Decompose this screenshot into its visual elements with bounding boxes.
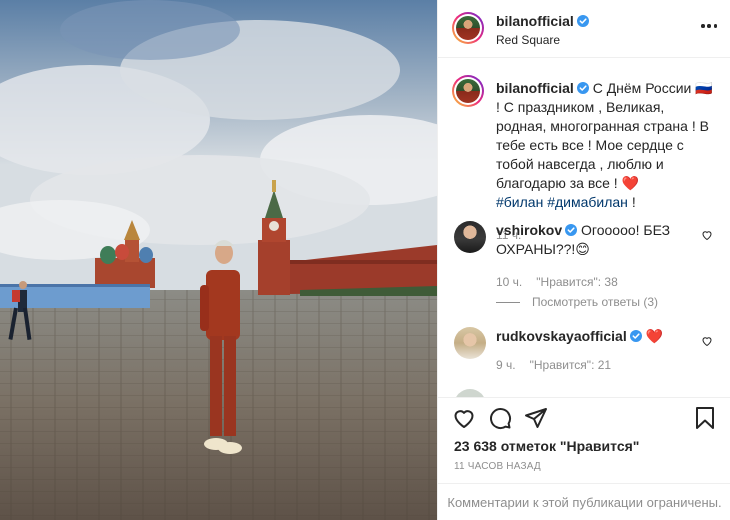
hashtag-dimabilan[interactable]: #димабилан [547,194,628,210]
caption-avatar[interactable] [452,75,484,107]
comment-likes[interactable]: "Нравится": 21 [530,358,612,372]
comment-username[interactable]: rudkovskayaofficial [496,328,627,344]
red-square-photo [0,0,437,520]
comment-body: vshirokov Огооооо! БЕЗ ОХРАНЫ??!😊 10 ч. "… [496,221,692,292]
post-location[interactable]: Red Square [496,33,589,47]
comment-meta: 10 ч. "Нравится": 38 [496,273,692,292]
commenter-avatar[interactable] [454,221,486,253]
post-header: bilanofficial Red Square [438,0,730,58]
author-info: bilanofficial Red Square [496,13,589,47]
more-options-icon[interactable] [701,18,717,34]
caption-username[interactable]: bilanofficial [496,80,574,96]
caption-text-body: ! С праздником , Великая, родная, многог… [496,99,709,191]
hashtag-bilan[interactable]: #билан [496,194,543,210]
comment-time[interactable]: 10 ч. [496,275,522,289]
comment-body: rudkovskayaofficial ❤️ 9 ч. "Нравится": 2… [496,327,692,375]
post-actions: 23 638 отметок "Нравится" 11 часов назад… [438,397,730,520]
comments-restricted-notice: Комментарии к этой публикации ограничены… [438,483,730,520]
replies-divider-line [496,301,520,303]
verified-icon [565,224,578,236]
post-time-ago[interactable]: 11 часов назад [454,461,541,472]
view-replies-label: Посмотреть ответы (3) [532,295,659,309]
author-username[interactable]: bilanofficial [496,13,574,29]
like-comment-heart-icon[interactable] [701,229,713,241]
author-avatar[interactable] [452,12,484,44]
comments-section[interactable]: bilanofficial С Днём России 🇷🇺 ! С празд… [438,59,730,397]
share-icon[interactable] [524,406,548,430]
post-side-panel: bilanofficial Red Square bilanofficial С… [437,0,730,520]
view-replies-button[interactable]: Посмотреть ответы (3) [496,295,658,309]
commenter-avatar[interactable] [454,327,486,359]
comment-username[interactable]: vshirokov [496,222,562,238]
comment-text: ❤️ [645,328,664,344]
russia-flag-emoji: 🇷🇺 [695,80,713,96]
comment-icon[interactable] [488,406,512,430]
comment-time[interactable]: 9 ч. [496,358,516,372]
heart-icon[interactable] [452,406,476,430]
post-photo[interactable] [0,0,437,520]
commenter-avatar[interactable] [454,389,486,397]
comment-meta: 9 ч. "Нравится": 21 [496,356,692,375]
red-heart-emoji: ❤️ [621,175,640,191]
comment-likes[interactable]: "Нравится": 38 [536,275,618,289]
like-comment-heart-icon[interactable] [701,335,713,347]
verified-icon [629,330,642,342]
verified-icon [576,82,589,94]
bookmark-icon[interactable] [693,406,717,430]
caption-text-start: С Днём России [592,80,692,96]
caption-text-end: ! [631,194,636,210]
verified-icon [576,15,589,27]
likes-count[interactable]: 23 638 отметок "Нравится" [454,438,639,454]
